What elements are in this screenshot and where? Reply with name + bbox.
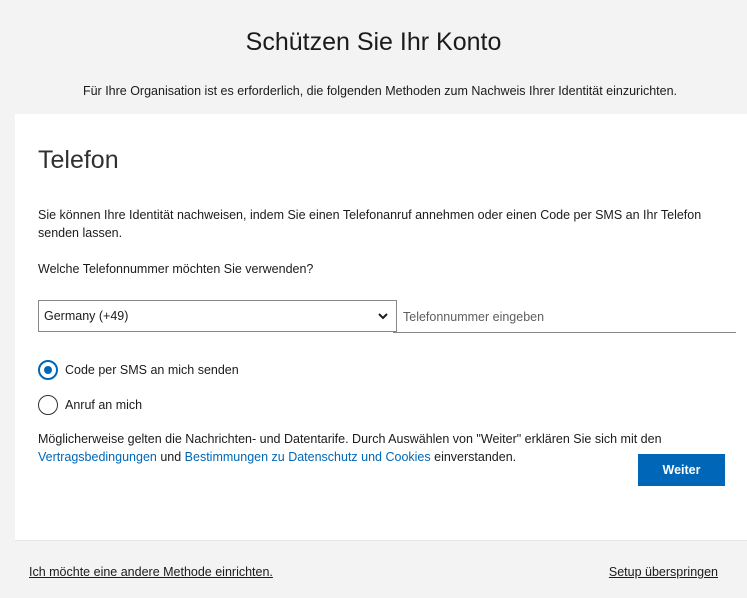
terms-text-after: einverstanden. (430, 450, 517, 464)
terms-link[interactable]: Vertragsbedingungen (38, 450, 157, 464)
terms-notice: Möglicherweise gelten die Nachrichten- u… (38, 430, 738, 466)
chevron-down-icon (378, 313, 388, 320)
radio-call-label[interactable]: Anruf an mich (65, 398, 142, 412)
terms-text-middle: und (156, 450, 185, 464)
next-button[interactable]: Weiter (638, 454, 725, 486)
section-title: Telefon (38, 146, 119, 174)
page-subtitle: Für Ihre Organisation ist es erforderlic… (82, 84, 678, 98)
country-code-select[interactable]: Germany (+49) (38, 300, 397, 332)
phone-question: Welche Telefonnummer möchten Sie verwend… (38, 262, 314, 276)
country-code-value: Germany (+49) (44, 309, 129, 323)
phone-number-placeholder: Telefonnummer eingeben (403, 310, 545, 324)
radio-unselected-icon[interactable] (38, 395, 58, 415)
phone-number-input[interactable]: Telefonnummer eingeben (393, 302, 736, 333)
other-method-link[interactable]: Ich möchte eine andere Methode einrichte… (29, 565, 273, 579)
radio-selected-icon[interactable] (38, 360, 58, 380)
footer: Ich möchte eine andere Methode einrichte… (15, 540, 747, 598)
method-description: Sie können Ihre Identität nachweisen, in… (38, 208, 702, 240)
phone-method-card: Telefon Sie können Ihre Identität nachwe… (15, 114, 747, 540)
page-title: Schützen Sie Ihr Konto (245, 28, 502, 56)
privacy-link[interactable]: Bestimmungen zu Datenschutz und Cookies (185, 450, 431, 464)
terms-text-before: Möglicherweise gelten die Nachrichten- u… (38, 432, 662, 446)
radio-sms-label[interactable]: Code per SMS an mich senden (65, 363, 239, 377)
skip-setup-link[interactable]: Setup überspringen (609, 565, 718, 579)
